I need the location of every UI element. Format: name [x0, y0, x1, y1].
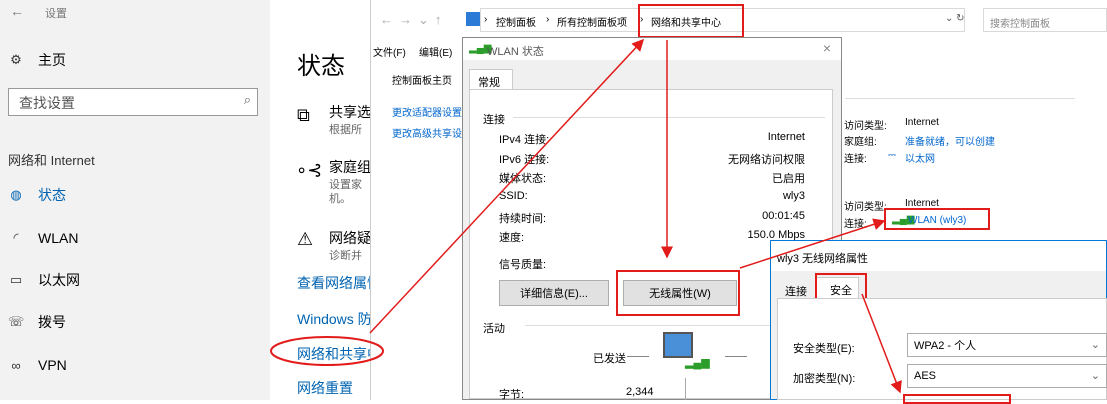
annotation-arrow: [861, 293, 902, 394]
annotation-overlay: [270, 38, 902, 394]
annotation-arrow: [369, 38, 645, 334]
annotation-arrow: [739, 218, 886, 269]
annotation-ellipse: [270, 336, 384, 366]
